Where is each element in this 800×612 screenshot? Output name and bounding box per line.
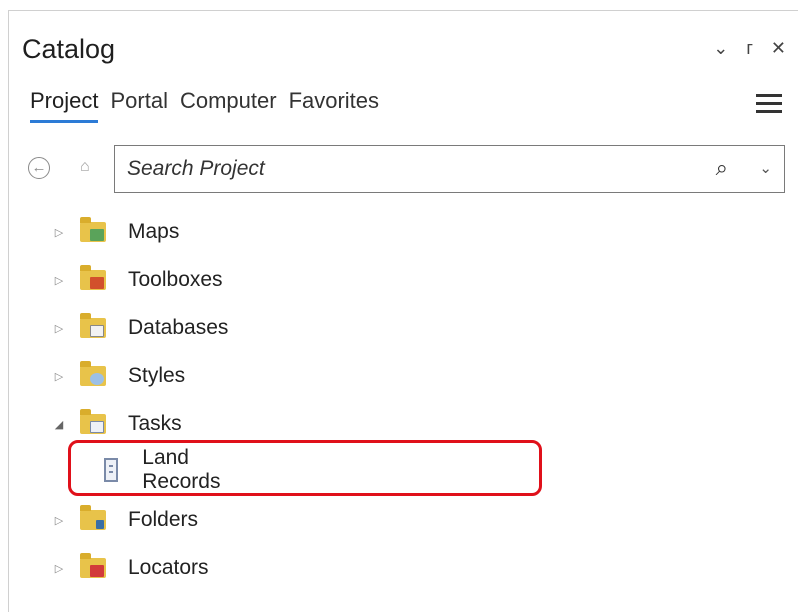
close-icon[interactable]: ✕ bbox=[771, 38, 786, 59]
menu-icon[interactable] bbox=[756, 94, 782, 118]
search-options-chevron-icon[interactable]: ⌄ bbox=[759, 159, 772, 177]
tree-item-tasks[interactable]: ◢ Tasks bbox=[52, 404, 182, 444]
home-icon[interactable]: ⌂ bbox=[80, 158, 90, 176]
pane-window-controls: ⌄ ᴦ ✕ bbox=[713, 38, 786, 59]
folders-folder-icon bbox=[80, 505, 106, 530]
tree-item-databases[interactable]: ▷ Databases bbox=[52, 308, 228, 348]
tab-computer[interactable]: Computer bbox=[180, 88, 277, 123]
tree-item-label: Databases bbox=[128, 316, 229, 339]
expand-arrow-icon[interactable]: ▷ bbox=[52, 274, 66, 287]
expand-arrow-icon[interactable]: ▷ bbox=[52, 370, 66, 383]
expand-arrow-icon[interactable]: ▷ bbox=[52, 322, 66, 335]
pin-icon[interactable]: ᴦ bbox=[746, 38, 753, 59]
tree-item-toolboxes[interactable]: ▷ Toolboxes bbox=[52, 260, 223, 300]
search-icon[interactable]: ⌕ bbox=[716, 155, 728, 181]
tree-item-styles[interactable]: ▷ Styles bbox=[52, 356, 185, 396]
expand-arrow-icon[interactable]: ▷ bbox=[52, 562, 66, 575]
tree-item-folders[interactable]: ▷ Folders bbox=[52, 500, 198, 540]
expand-arrow-icon[interactable]: ▷ bbox=[52, 514, 66, 527]
tree-item-locators[interactable]: ▷ Locators bbox=[52, 548, 209, 588]
tree-item-label: Toolboxes bbox=[128, 268, 223, 291]
land-records-highlight bbox=[68, 440, 542, 496]
expand-arrow-icon[interactable]: ▷ bbox=[52, 226, 66, 239]
tree-item-label: Styles bbox=[128, 364, 186, 387]
tab-portal[interactable]: Portal bbox=[110, 88, 167, 123]
locators-folder-icon bbox=[80, 553, 106, 578]
tree-item-maps[interactable]: ▷ Maps bbox=[52, 212, 179, 252]
tree-item-label: Locators bbox=[128, 556, 209, 579]
tree-item-label: Folders bbox=[128, 508, 199, 531]
tab-favorites[interactable]: Favorites bbox=[289, 88, 379, 123]
search-input[interactable] bbox=[115, 156, 689, 182]
tree-item-label: Tasks bbox=[128, 412, 182, 435]
pane-title: Catalog bbox=[22, 34, 116, 64]
search-box: ⌕ ⌄ bbox=[114, 145, 785, 193]
databases-folder-icon bbox=[80, 313, 106, 338]
tab-project[interactable]: Project bbox=[30, 88, 99, 123]
maps-folder-icon bbox=[80, 217, 106, 242]
catalog-tabs: Project Portal Computer Favorites bbox=[30, 88, 379, 123]
chevron-down-icon[interactable]: ⌄ bbox=[713, 38, 728, 59]
tree-item-label: Maps bbox=[128, 220, 180, 243]
back-arrow-icon[interactable]: ← bbox=[28, 157, 50, 179]
toolboxes-folder-icon bbox=[80, 265, 106, 290]
styles-folder-icon bbox=[80, 361, 106, 386]
tasks-folder-icon bbox=[80, 409, 106, 434]
collapse-arrow-icon[interactable]: ◢ bbox=[52, 418, 66, 431]
